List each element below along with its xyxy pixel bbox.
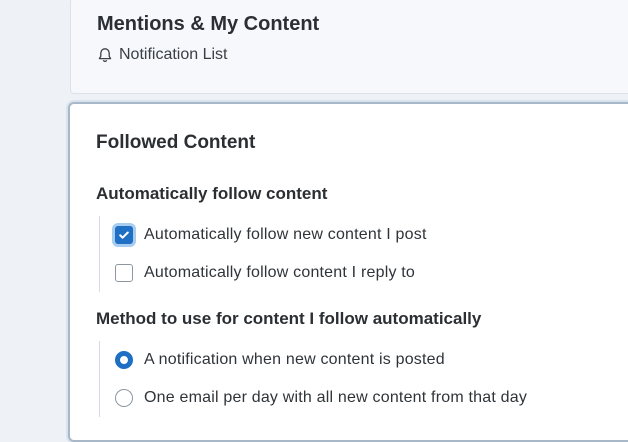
method-daily-email-radio[interactable] [115,389,133,407]
method-daily-email-label: One email per day with all new content f… [144,389,528,406]
auto-follow-new-content-checkbox[interactable] [115,226,133,244]
method-notification-option[interactable]: A notification when new content is poste… [100,341,620,379]
auto-follow-reply-option[interactable]: Automatically follow content I reply to [100,254,620,292]
mentions-panel: Mentions & My Content Notification List [70,0,628,94]
auto-follow-new-content-label: Automatically follow new content I post [144,226,427,243]
method-notification-radio[interactable] [115,351,133,369]
follow-method-options: A notification when new content is poste… [99,341,620,417]
follow-method-heading: Method to use for content I follow autom… [96,309,482,328]
auto-follow-reply-checkbox[interactable] [115,264,133,282]
checkmark-icon [119,231,129,239]
auto-follow-new-content-option[interactable]: Automatically follow new content I post [100,216,620,254]
mentions-title: Mentions & My Content [97,13,320,35]
notification-list-label: Notification List [119,46,228,63]
notification-list-link[interactable]: Notification List [97,46,228,64]
method-notification-label: A notification when new content is poste… [144,351,445,368]
followed-content-title: Followed Content [96,132,256,153]
bell-icon [97,47,113,63]
left-gutter [0,0,58,424]
method-daily-email-option[interactable]: One email per day with all new content f… [100,379,620,417]
auto-follow-heading: Automatically follow content [96,184,328,203]
auto-follow-reply-label: Automatically follow content I reply to [144,264,416,281]
auto-follow-options: Automatically follow new content I post … [99,216,620,292]
followed-content-panel: Followed Content Automatically follow co… [68,102,628,442]
